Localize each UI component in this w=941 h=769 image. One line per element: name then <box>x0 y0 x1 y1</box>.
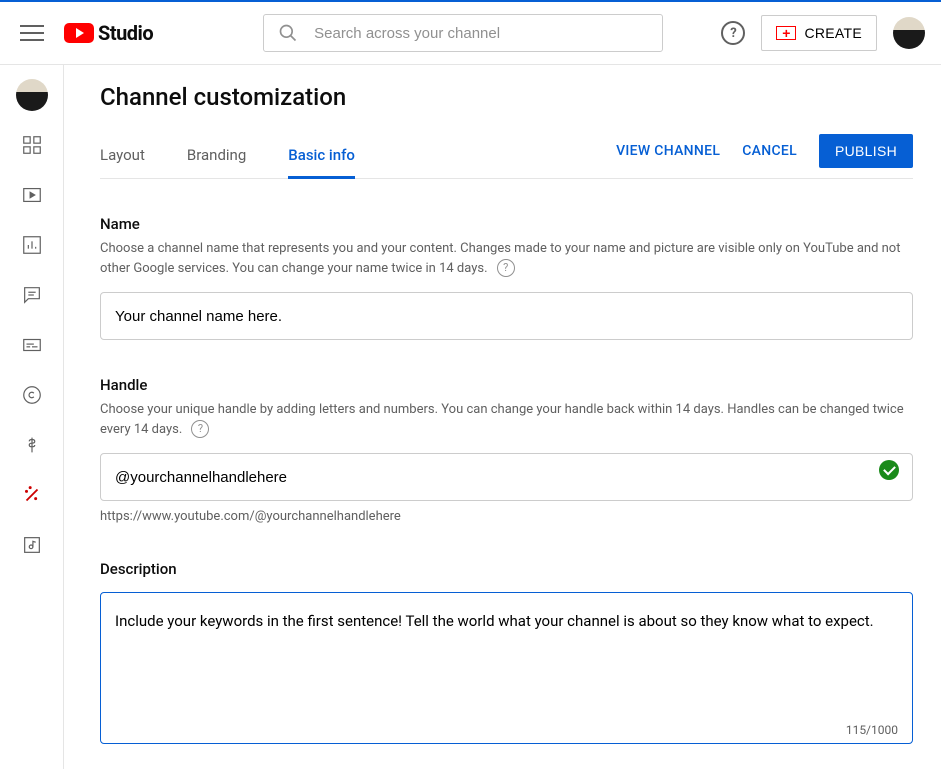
user-avatar[interactable] <box>893 17 925 49</box>
search-icon <box>278 23 298 43</box>
subtitles-icon <box>21 334 43 356</box>
search-container[interactable] <box>263 14 663 52</box>
handle-section: Handle Choose your unique handle by addi… <box>100 376 913 524</box>
sidebar-comments[interactable] <box>0 271 64 319</box>
create-button-label: CREATE <box>804 25 862 41</box>
sidebar-content[interactable] <box>0 171 64 219</box>
analytics-icon <box>21 234 43 256</box>
magic-wand-icon <box>21 484 43 506</box>
sidebar-copyright[interactable] <box>0 371 64 419</box>
character-count: 115/1000 <box>115 723 898 737</box>
name-label: Name <box>100 215 913 233</box>
handle-label: Handle <box>100 376 913 394</box>
description-section: Description 115/1000 <box>100 560 913 744</box>
help-icon[interactable]: ? <box>497 259 515 277</box>
studio-logo[interactable]: Studio <box>64 21 153 45</box>
channel-name-input[interactable] <box>100 292 913 340</box>
description-textarea[interactable] <box>115 611 898 723</box>
sidebar-customization[interactable] <box>0 471 64 519</box>
description-label: Description <box>100 560 913 578</box>
hamburger-menu-icon[interactable] <box>20 21 44 45</box>
page-title: Channel customization <box>100 83 913 111</box>
name-section: Name Choose a channel name that represen… <box>100 215 913 340</box>
copyright-icon <box>21 384 43 406</box>
comments-icon <box>21 284 43 306</box>
audio-library-icon <box>21 534 43 556</box>
sidebar-subtitles[interactable] <box>0 321 64 369</box>
help-icon[interactable]: ? <box>191 420 209 438</box>
dashboard-icon <box>21 134 43 156</box>
channel-avatar[interactable] <box>16 79 48 111</box>
studio-wordmark: Studio <box>98 21 153 45</box>
handle-help-text: Choose your unique handle by adding lett… <box>100 400 913 439</box>
tab-branding[interactable]: Branding <box>187 132 246 178</box>
create-button[interactable]: + CREATE <box>761 15 877 51</box>
view-channel-button[interactable]: VIEW CHANNEL <box>616 143 720 159</box>
help-icon[interactable]: ? <box>721 21 745 45</box>
search-input[interactable] <box>314 25 648 42</box>
handle-url-text: https://www.youtube.com/@yourchannelhand… <box>100 509 913 524</box>
sidebar-analytics[interactable] <box>0 221 64 269</box>
content-icon <box>21 184 43 206</box>
main-content: Channel customization Layout Branding Ba… <box>64 65 941 769</box>
sidebar-dashboard[interactable] <box>0 121 64 169</box>
cancel-button[interactable]: CANCEL <box>742 143 797 159</box>
create-plus-icon: + <box>776 26 796 40</box>
handle-input[interactable] <box>100 453 913 501</box>
youtube-play-icon <box>64 23 94 43</box>
sidebar-earn[interactable] <box>0 421 64 469</box>
name-help-text: Choose a channel name that represents yo… <box>100 239 913 278</box>
sidebar <box>0 65 64 769</box>
dollar-icon <box>21 434 43 456</box>
tab-layout[interactable]: Layout <box>100 132 145 178</box>
description-box[interactable]: 115/1000 <box>100 592 913 744</box>
tab-row: Layout Branding Basic info VIEW CHANNEL … <box>100 131 913 179</box>
sidebar-audio[interactable] <box>0 521 64 569</box>
publish-button[interactable]: PUBLISH <box>819 134 913 168</box>
header-bar: Studio ? + CREATE <box>0 2 941 64</box>
tab-basic-info[interactable]: Basic info <box>288 132 355 178</box>
checkmark-icon <box>879 460 899 480</box>
